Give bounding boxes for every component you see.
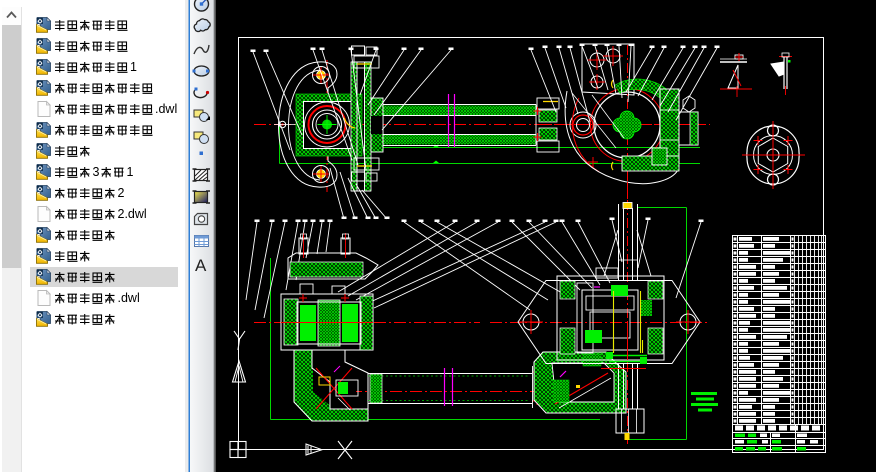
svg-text:.dwl: .dwl bbox=[118, 291, 140, 305]
svg-text:1: 1 bbox=[127, 165, 134, 179]
svg-text:3: 3 bbox=[93, 165, 100, 179]
svg-text:1: 1 bbox=[130, 60, 137, 74]
svg-text:.dwl: .dwl bbox=[155, 102, 177, 116]
svg-text:2: 2 bbox=[118, 186, 125, 200]
svg-text:A: A bbox=[195, 256, 207, 275]
svg-text:2.dwl: 2.dwl bbox=[118, 207, 147, 221]
